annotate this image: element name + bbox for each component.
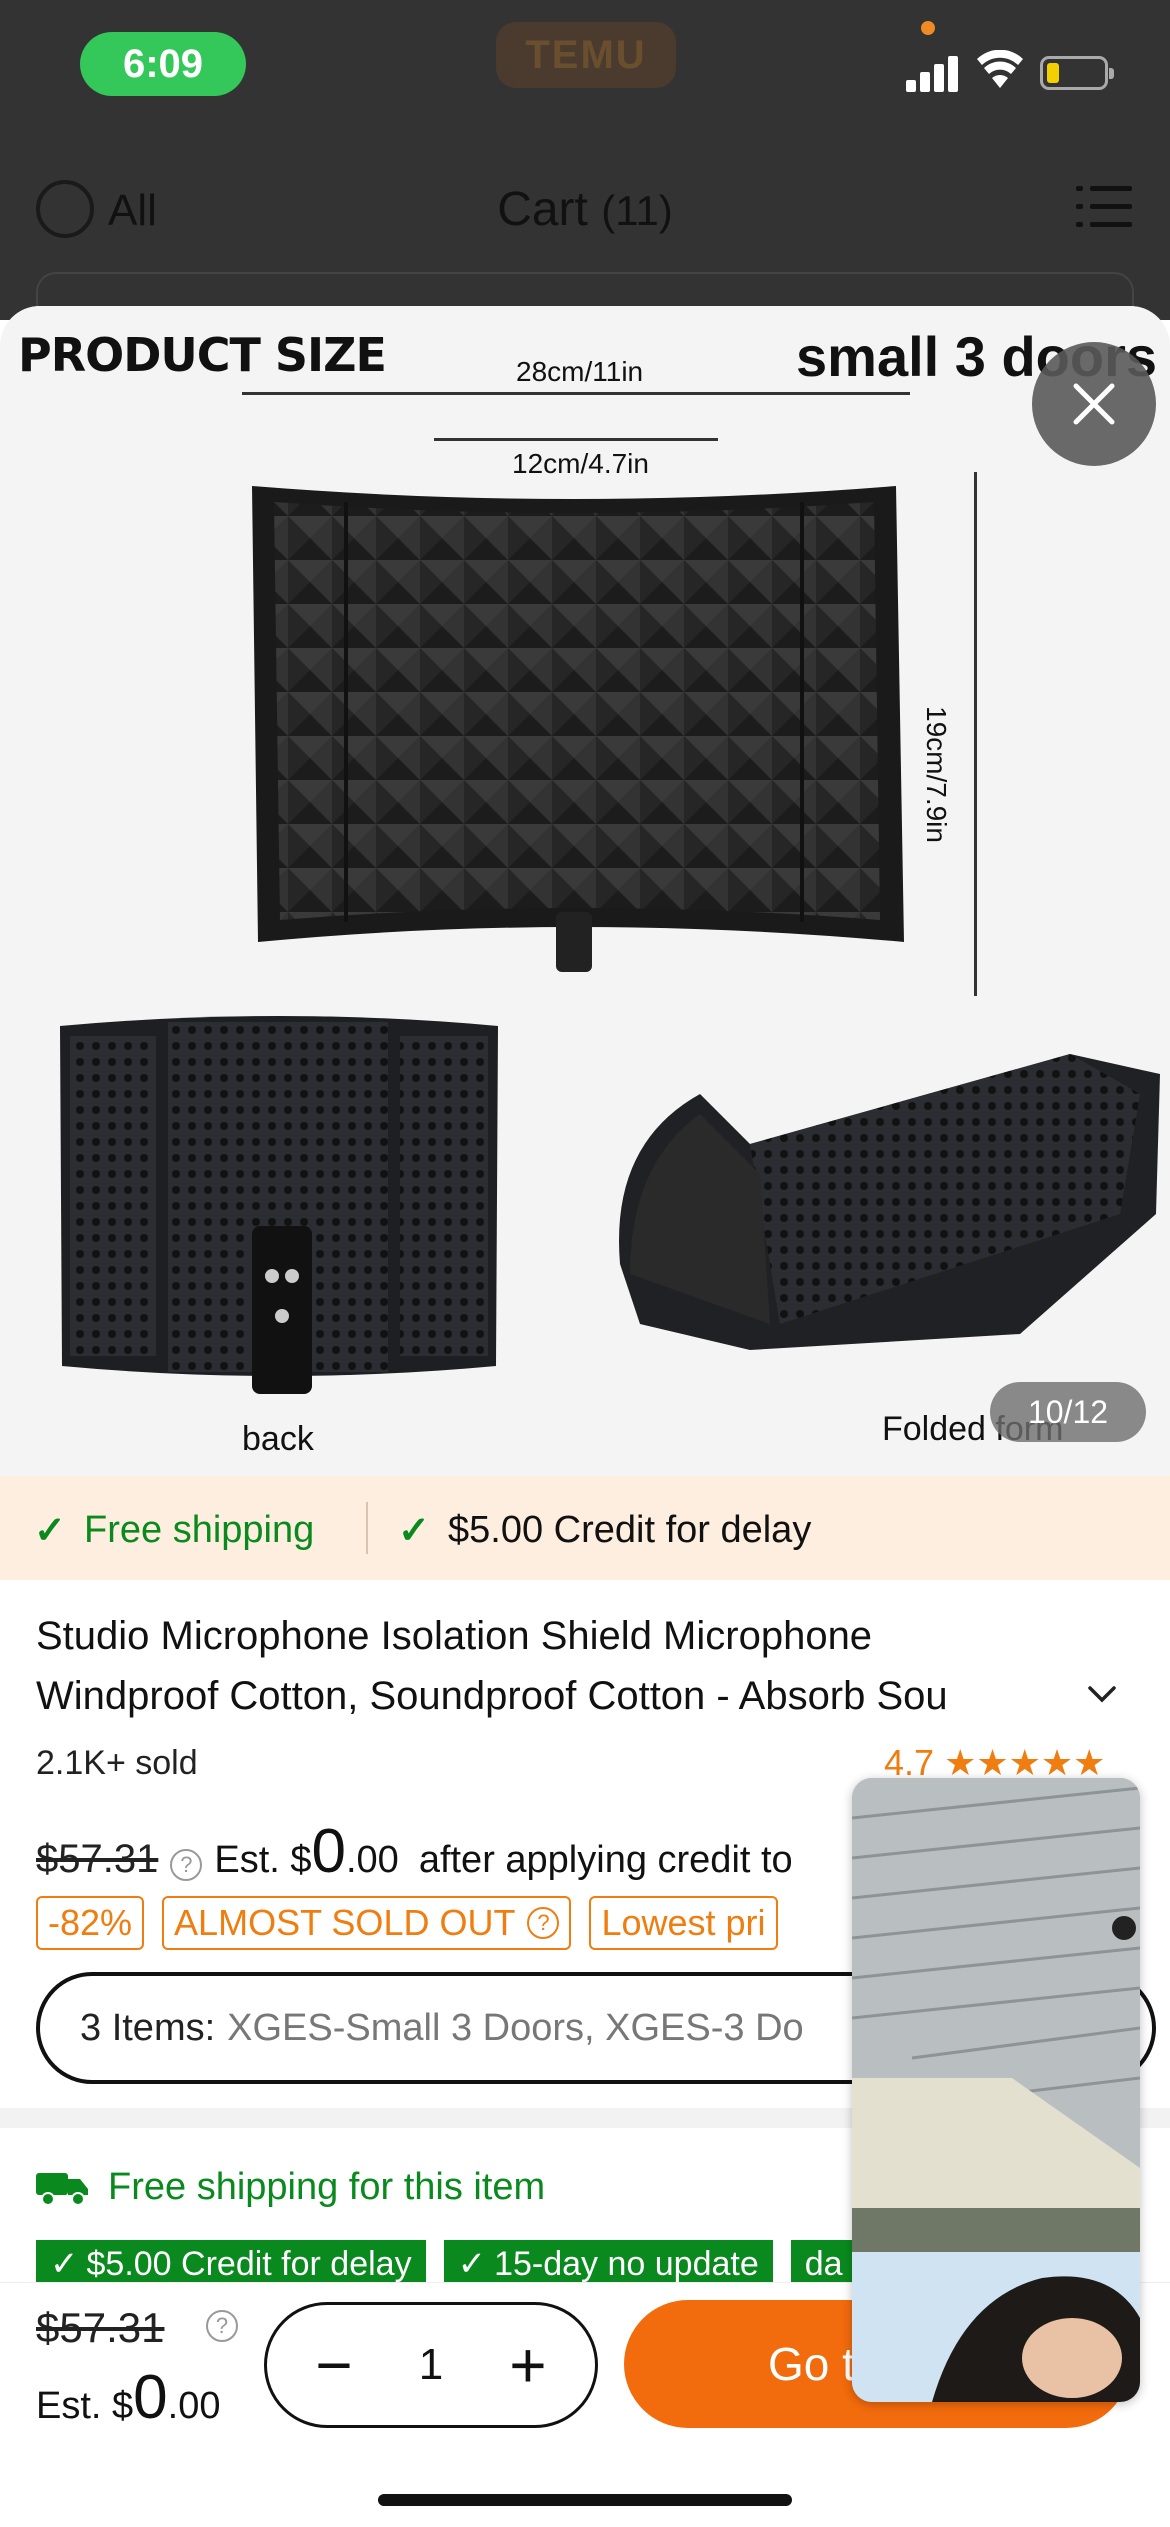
original-price: $57.31 — [36, 1837, 159, 1881]
product-title-line2: Windproof Cotton, Soundproof Cotton - Ab… — [36, 1674, 948, 1718]
bottom-est-whole: 0 — [133, 2363, 168, 2432]
height-dimension-line — [974, 472, 977, 996]
help-icon[interactable]: ? — [170, 1849, 203, 1881]
video-frame-image — [852, 1778, 1140, 2402]
est-prefix: Est. $ — [214, 1839, 312, 1881]
product-title-line1: Studio Microphone Isolation Shield Micro… — [36, 1614, 873, 1658]
est-price-cents: .00 — [345, 1839, 399, 1881]
menu-list-icon[interactable] — [1076, 184, 1132, 228]
rating-value: 4.7 — [884, 1742, 935, 1783]
est-price-whole: 0 — [311, 1817, 346, 1886]
no-update-tag: ✓ 15-day no update — [443, 2240, 773, 2288]
privacy-indicator-dot — [921, 21, 935, 35]
banner-divider — [366, 1502, 368, 1554]
quantity-stepper: − 1 + — [264, 2302, 598, 2428]
items-value: XGES-Small 3 Doors, XGES-3 Do — [227, 2006, 804, 2049]
product-image-gallery[interactable]: PRODUCT SIZE small 3 doors 28cm/11in 12c… — [0, 306, 1170, 1476]
help-icon[interactable]: ? — [206, 2310, 238, 2342]
delay-credit-text: $5.00 Credit for delay — [448, 1509, 812, 1551]
bottom-est-price: Est. $ 0 .00 — [36, 2362, 220, 2433]
cellular-signal-icon — [906, 52, 960, 92]
free-shipping-text: Free shipping — [84, 1509, 315, 1551]
bottom-original-price: $57.31 — [36, 2304, 165, 2351]
width-dimension-line — [242, 392, 910, 395]
inner-width-dimension-line — [434, 438, 718, 441]
delay-credit-tag-text: $5.00 Credit for delay — [86, 2244, 412, 2283]
cart-count: (11) — [601, 187, 673, 234]
floating-video-pip[interactable] — [852, 1778, 1140, 2402]
free-shipping-item-text: Free shipping for this item — [108, 2166, 546, 2208]
almost-sold-out-badge: ALMOST SOLD OUT ? — [162, 1896, 572, 1950]
bottom-est-prefix: Est. $ — [36, 2385, 134, 2427]
lowest-price-badge: Lowest pri — [589, 1896, 778, 1950]
items-label: 3 Items: — [80, 2006, 216, 2049]
free-shipping-item-row: Free shipping for this item — [36, 2166, 545, 2209]
battery-icon — [1040, 56, 1114, 90]
shield-front-image — [252, 486, 904, 972]
sold-count: 2.1K+ sold — [36, 1744, 198, 1782]
free-shipping-benefit: ✓ Free shipping — [34, 1508, 314, 1553]
home-indicator[interactable] — [378, 2494, 792, 2506]
no-update-tag-text: 15-day no update — [494, 2244, 759, 2283]
truck-icon — [36, 2172, 88, 2206]
decrease-quantity-button[interactable]: − — [307, 2333, 361, 2397]
after-credit-text: after applying credit to — [418, 1839, 793, 1881]
cart-title: Cart (11) — [0, 182, 1170, 237]
width-dimension-label: 28cm/11in — [516, 356, 644, 387]
close-icon — [1073, 383, 1115, 425]
wifi-icon — [977, 50, 1023, 88]
shipping-tags: ✓ $5.00 Credit for delay ✓ 15-day no updat… — [36, 2240, 875, 2288]
caption-back: back — [242, 1420, 314, 1458]
promo-badges: -82% ALMOST SOLD OUT ? Lowest pri — [36, 1896, 796, 1950]
price-row: $57.31 ? Est. $ 0 .00 after applying cre… — [36, 1816, 793, 1887]
bottom-est-cents: .00 — [167, 2385, 221, 2427]
shield-back-image — [60, 1016, 498, 1394]
rating-stars-icon: ★★★★★ — [944, 1742, 1106, 1783]
quantity-value[interactable]: 1 — [419, 2340, 443, 2390]
shipping-benefits-banner: ✓ Free shipping ✓ $5.00 Credit for delay — [0, 1476, 1170, 1580]
product-size-heading: PRODUCT SIZE — [18, 328, 387, 382]
height-dimension-label: 19cm/7.9in — [921, 706, 952, 843]
help-icon[interactable]: ? — [527, 1907, 560, 1939]
shield-folded-image — [619, 1054, 1160, 1350]
chevron-down-icon[interactable] — [1086, 1678, 1118, 1710]
background-app-logo: TEMU — [496, 22, 676, 88]
delay-credit-benefit: ✓ $5.00 Credit for delay — [398, 1508, 811, 1553]
close-button[interactable] — [1032, 342, 1156, 466]
check-icon: ✓ — [398, 1510, 430, 1552]
almost-sold-out-text: ALMOST SOLD OUT — [174, 1902, 516, 1943]
discount-badge: -82% — [36, 1896, 145, 1950]
delay-credit-tag: ✓ $5.00 Credit for delay — [36, 2240, 426, 2288]
cart-title-text: Cart — [497, 183, 588, 236]
extra-tag: da — [790, 2240, 857, 2288]
increase-quantity-button[interactable]: + — [501, 2333, 555, 2397]
status-time: 6:09 — [80, 32, 246, 96]
image-page-counter: 10/12 — [990, 1382, 1146, 1442]
check-icon: ✓ — [34, 1510, 66, 1552]
